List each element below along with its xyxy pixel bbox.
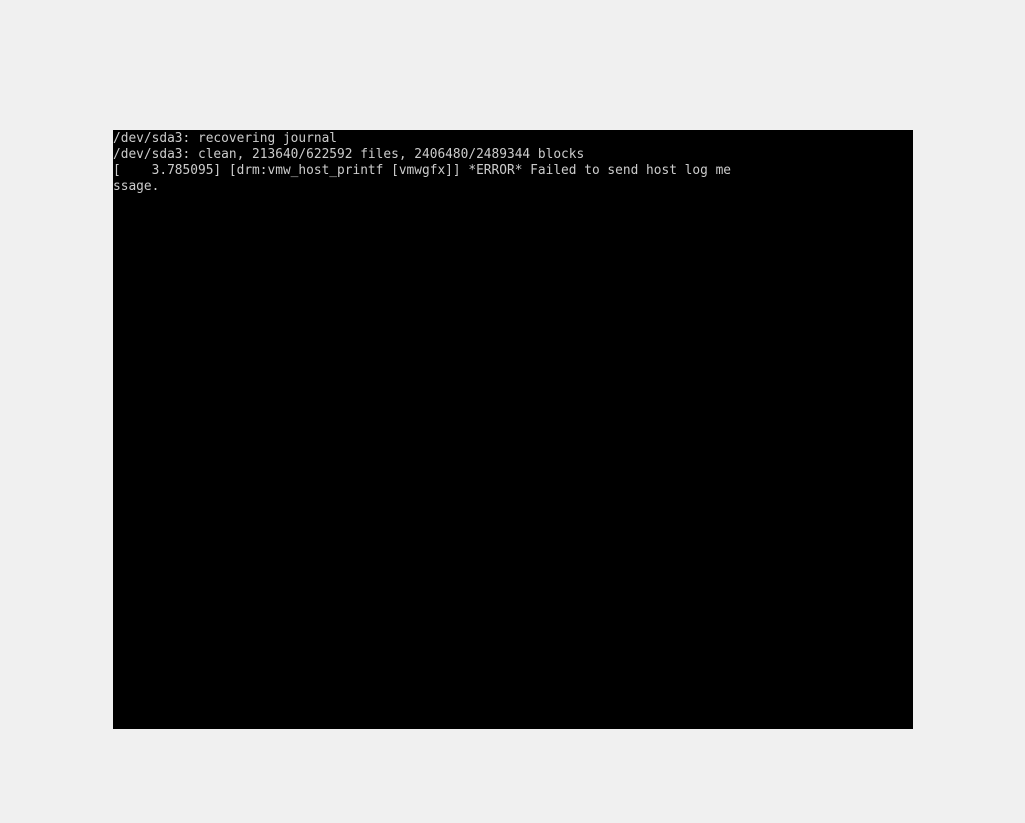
console-line: ssage. <box>113 179 160 194</box>
linux-boot-console[interactable]: /dev/sda3: recovering journal /dev/sda3:… <box>113 130 913 729</box>
console-line: [ 3.785095] [drm:vmw_host_printf [vmwgfx… <box>113 163 732 178</box>
console-text-buffer: /dev/sda3: recovering journal /dev/sda3:… <box>113 131 913 195</box>
console-line: /dev/sda3: clean, 213640/622592 files, 2… <box>113 147 585 162</box>
screen-root: /dev/sda3: recovering journal /dev/sda3:… <box>0 0 1025 823</box>
console-line: /dev/sda3: recovering journal <box>113 131 338 146</box>
console-empty-area <box>113 195 913 729</box>
